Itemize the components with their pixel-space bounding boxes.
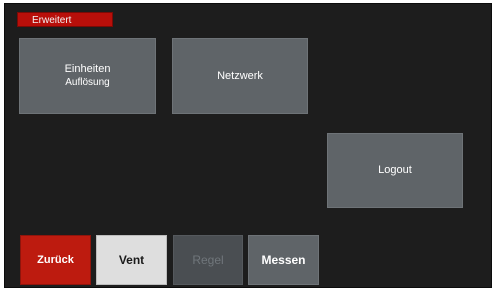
netzwerk-button[interactable]: Netzwerk	[172, 38, 308, 114]
vent-button[interactable]: Vent	[96, 235, 167, 285]
netzwerk-label: Netzwerk	[217, 69, 263, 82]
messen-button[interactable]: Messen	[248, 235, 319, 285]
logout-label: Logout	[378, 164, 412, 176]
logout-button[interactable]: Logout	[327, 133, 463, 208]
aufloesung-label: Auflösung	[65, 77, 110, 88]
einheiten-aufloesung-button[interactable]: Einheiten Auflösung	[19, 38, 156, 114]
einheiten-label: Einheiten	[64, 63, 111, 75]
regel-button-disabled: Regel	[173, 235, 243, 285]
device-screen: Erweitert Einheiten Auflösung Netzwerk L…	[4, 3, 492, 288]
screen-title: Erweitert	[17, 12, 113, 27]
zurueck-button[interactable]: Zurück	[20, 235, 91, 285]
